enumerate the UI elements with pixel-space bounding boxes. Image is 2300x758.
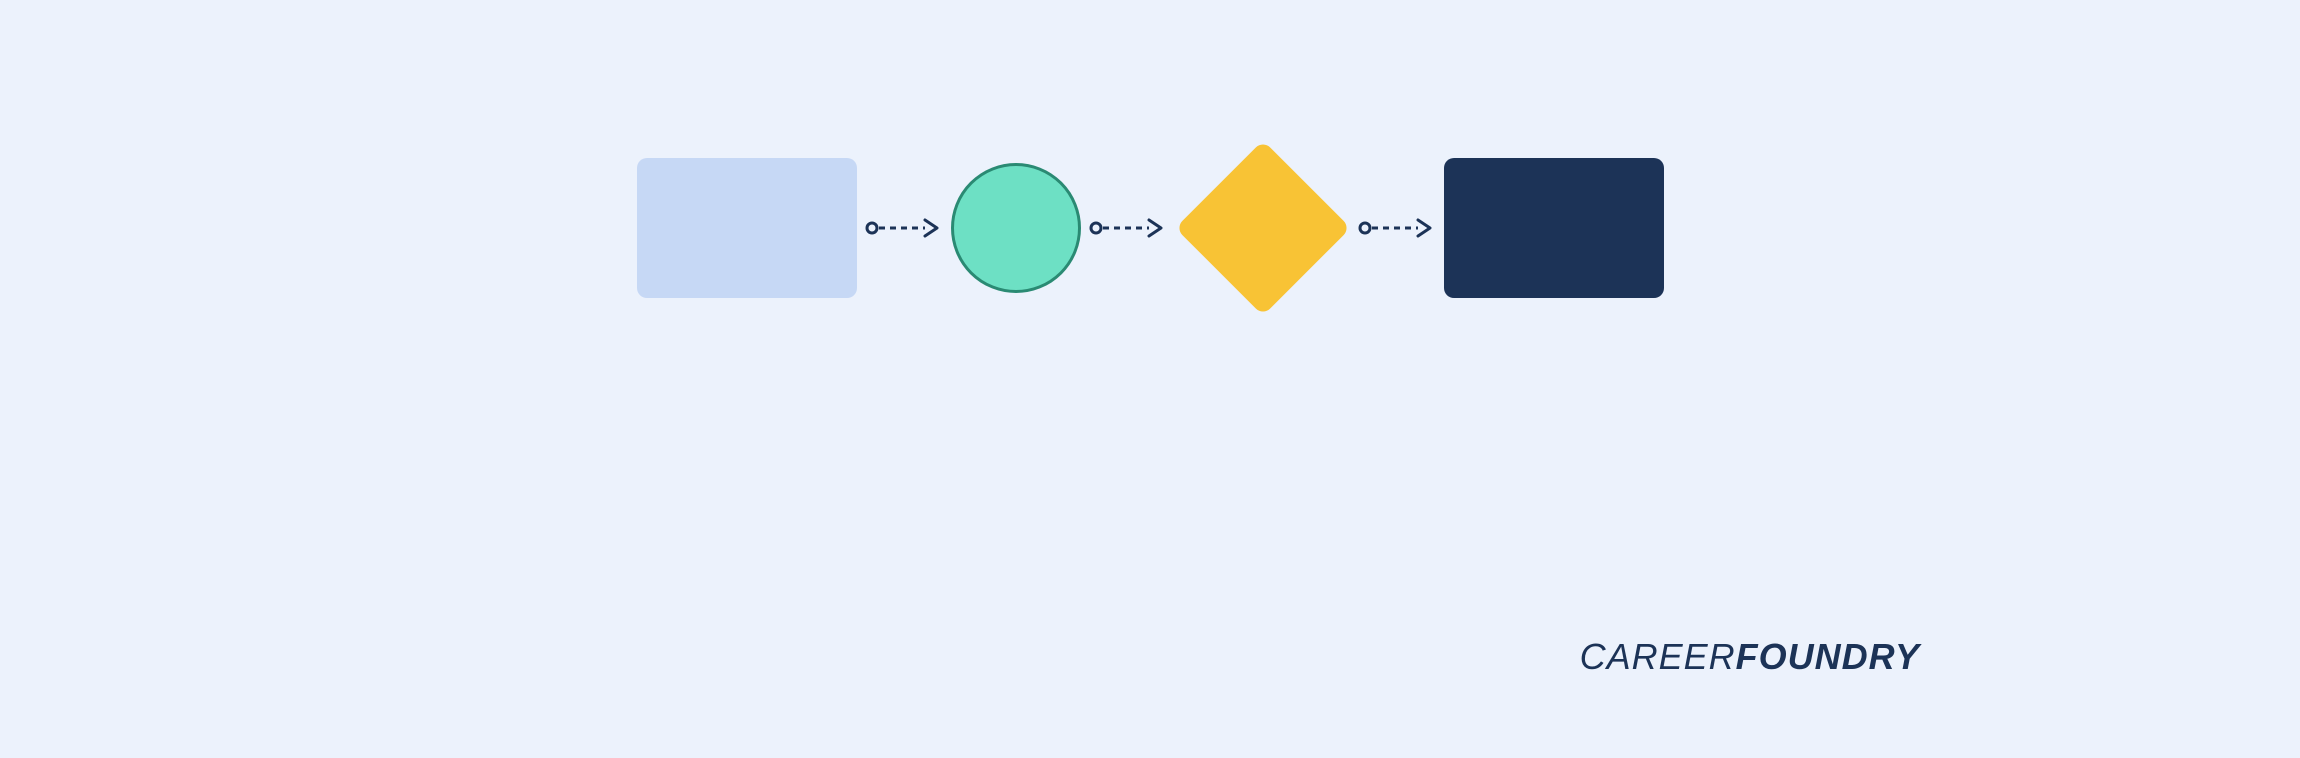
brand-text-light: CAREER: [1580, 636, 1736, 678]
event-circle: [951, 163, 1081, 293]
arrow-connector-3: [1358, 216, 1436, 240]
arrow-connector-2: [1089, 216, 1167, 240]
process-rectangle-light: [637, 158, 857, 298]
arrow-connector-1: [865, 216, 943, 240]
brand-text-bold: FOUNDRY: [1736, 636, 1920, 678]
diagram-row: [0, 140, 2300, 315]
brand-logo: CAREERFOUNDRY: [1580, 636, 1920, 678]
process-rectangle-dark: [1444, 158, 1664, 298]
decision-diamond: [1175, 140, 1350, 315]
